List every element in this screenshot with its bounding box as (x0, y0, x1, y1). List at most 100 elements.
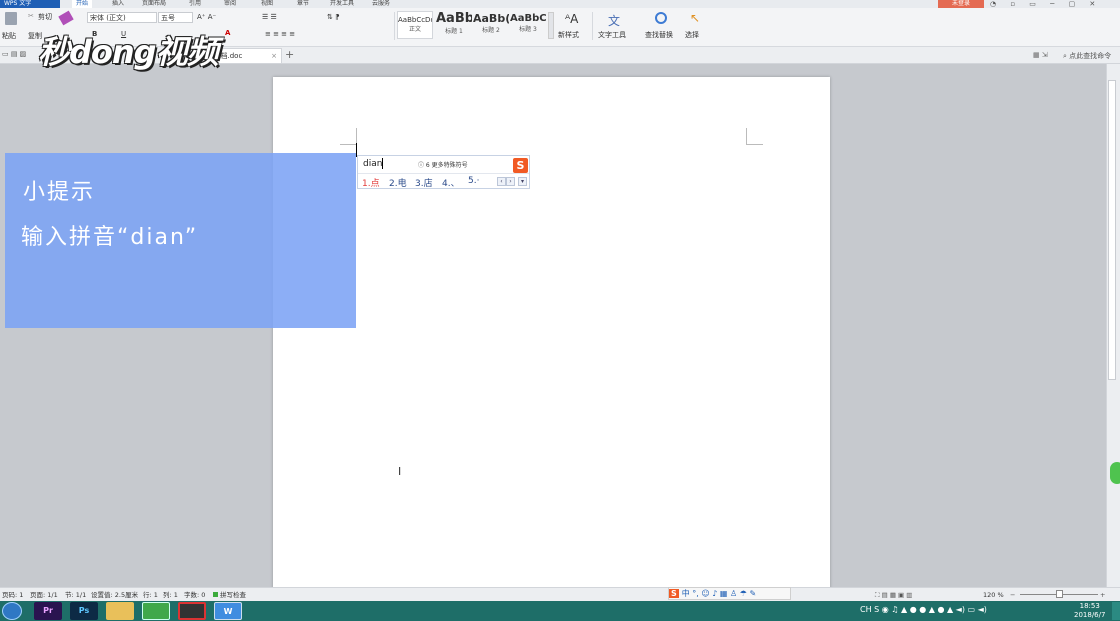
font-color-icon[interactable]: A (225, 29, 230, 37)
status-section: 节: 1/1 (65, 591, 87, 599)
paste-button[interactable]: 粘贴 (2, 31, 16, 41)
ime-candidate[interactable]: 3.店 (415, 176, 433, 189)
app-menu-button[interactable]: WPS 文字 (0, 0, 60, 8)
ime-expand-icon[interactable]: ▾ (518, 177, 527, 186)
margin-corner-top-left (340, 128, 357, 145)
ime-input-text: dian (363, 159, 383, 169)
font-size-select[interactable]: 五号 (158, 12, 193, 23)
zoom-out-icon[interactable]: − (1010, 588, 1015, 602)
find-replace-button[interactable]: 查找替换 (645, 30, 673, 40)
ime-candidate[interactable]: 2.电 (389, 176, 407, 189)
style-name: 标题 1 (445, 28, 463, 35)
status-column: 列: 1 (163, 591, 178, 599)
select-button[interactable]: 选择 (685, 30, 699, 40)
style-heading-2[interactable]: AaBb( 标题 2 (473, 11, 509, 39)
align-left-icon[interactable]: ≡ ≡ ≡ ≡ (265, 30, 295, 38)
tab-developer[interactable]: 开发工具 (330, 0, 354, 8)
taskbar-wps[interactable]: W (214, 602, 242, 620)
status-page-number[interactable]: 页码: 1 (2, 588, 23, 602)
clock-time: 18:53 (1079, 602, 1100, 610)
ibeam-cursor-icon: I (398, 465, 402, 478)
ime-divider (358, 173, 529, 174)
tab-bar-icons[interactable]: ▦ ⇲ (1033, 51, 1048, 59)
ime-candidate[interactable]: 5.· (468, 176, 479, 186)
text-tools-button[interactable]: 文字工具 (598, 30, 626, 40)
zoom-in-icon[interactable]: + (1100, 588, 1105, 602)
cut-button[interactable]: 剪切 (38, 12, 52, 22)
grow-font-icon[interactable]: A⁺ A⁻ (197, 13, 216, 21)
cursor-select-icon[interactable]: ↖ (690, 11, 700, 25)
taskbar-clock[interactable]: 18:53 2018/6/7 (1074, 602, 1105, 620)
tab-page-layout[interactable]: 页面布局 (142, 0, 166, 8)
ime-toolbar-icons[interactable]: 中 °, ☺ ♪ ▦ ♙ ☂ ✎ (682, 589, 756, 598)
taskbar-recorder[interactable] (178, 602, 206, 620)
status-pages: 页面: 1/1 (30, 591, 58, 599)
ribbon-divider (592, 12, 593, 40)
side-badge-icon[interactable] (1110, 462, 1120, 484)
ime-more-symbols[interactable]: ⓘ 6 更多特殊符号 (418, 160, 468, 169)
zoom-level[interactable]: 120 % (983, 588, 1004, 602)
ime-next-page-icon[interactable]: › (506, 177, 515, 186)
paste-icon[interactable] (5, 12, 17, 25)
tab-chapter[interactable]: 章节 (297, 0, 309, 8)
sogou-logo-icon: S (513, 158, 528, 173)
zoom-slider-handle[interactable] (1056, 590, 1063, 598)
scrollbar-thumb[interactable] (1108, 80, 1116, 380)
tab-home[interactable]: 开始 (72, 0, 93, 8)
new-tab-button[interactable]: + (285, 48, 294, 61)
status-row: 行: 1 (143, 591, 158, 599)
ime-prev-page-icon[interactable]: ‹ (497, 177, 506, 186)
status-word-count[interactable]: 字数: 0 (184, 588, 205, 602)
view-mode-icons[interactable]: ⛶ ▤ ▦ ▣ ▥ (875, 588, 912, 602)
style-name: 标题 3 (519, 26, 537, 33)
show-desktop-button[interactable] (1112, 602, 1120, 620)
quick-access-icons[interactable]: ▭ ▤ ▨ (2, 50, 26, 58)
spell-check-icon (213, 592, 218, 597)
tab-insert[interactable]: 插入 (112, 0, 124, 8)
scissors-icon[interactable]: ✂ (28, 12, 34, 20)
text-tools-icon[interactable]: 文 (608, 12, 620, 29)
tab-review[interactable]: 审阅 (224, 0, 236, 8)
taskbar-green-app[interactable] (142, 602, 170, 620)
style-heading-3[interactable]: AaBbC 标题 3 (510, 11, 546, 39)
style-preview: AaBb( (473, 12, 509, 25)
style-name: 正文 (408, 26, 421, 33)
taskbar-premiere[interactable]: Pr (34, 602, 62, 620)
sort-icon[interactable]: ⇅ ⁋ (327, 13, 340, 21)
status-spell-check[interactable]: 拼写检查 (220, 588, 246, 602)
ime-toolbar[interactable]: S中 °, ☺ ♪ ▦ ♙ ☂ ✎ (668, 587, 791, 600)
search-command[interactable]: ⌕ 点此查找命令 (1063, 51, 1111, 61)
style-normal[interactable]: AaBbCcDd 正文 (397, 11, 433, 39)
ime-candidate[interactable]: 1.点 (362, 176, 380, 189)
watermark-logo: 秒dong视频 (38, 33, 219, 71)
new-style-button[interactable]: 新样式 (558, 30, 579, 40)
style-preview: AaBbCcDd (398, 16, 432, 24)
new-style-icon[interactable]: ᴬA (565, 12, 578, 26)
style-preview: AaBb (436, 11, 472, 26)
tab-view[interactable]: 视图 (261, 0, 273, 8)
taskbar-explorer[interactable] (106, 602, 134, 620)
ime-candidate[interactable]: 4.、 (442, 176, 460, 189)
search-command-label: 点此查找命令 (1069, 52, 1112, 60)
login-button[interactable]: 未登录 (938, 0, 984, 8)
margin-corner-top-right (746, 128, 763, 145)
status-setting: 设置值: 2.5厘米 (91, 591, 139, 599)
close-icon[interactable]: × (271, 49, 277, 63)
taskbar-photoshop[interactable]: Ps (70, 602, 98, 620)
style-heading-1[interactable]: AaBb 标题 1 (436, 11, 472, 39)
tip-overlay: 小提示 输入拼音“dian” (5, 153, 356, 328)
start-button-icon[interactable] (2, 602, 22, 620)
ribbon-divider (394, 12, 395, 40)
tab-references[interactable]: 引用 (189, 0, 201, 8)
styles-scroll[interactable] (548, 12, 554, 39)
tab-cloud[interactable]: 云服务 (372, 0, 390, 8)
bullets-icon[interactable]: ☰ ☰ (262, 13, 277, 21)
window-controls[interactable]: ◔ ▫ ▭ ─ ▢ ✕ (990, 0, 1120, 8)
sogou-toolbar-logo-icon: S (669, 589, 679, 598)
status-bar: 页码: 1 页面: 1/1 节: 1/1 设置值: 2.5厘米 行: 1 列: … (0, 587, 1120, 602)
system-tray-icons[interactable]: CH S ◉ ♫ ▲ ● ● ▲ ● ▲ ◄) ▭ ◄) (860, 605, 987, 614)
font-name-select[interactable]: 宋体 (正文) (87, 12, 157, 23)
ime-candidate-window: dian ⓘ 6 更多特殊符号 S 1.点 2.电 3.店 4.、 5.· ‹ … (357, 155, 530, 189)
style-preview: AaBbC (510, 13, 546, 24)
find-replace-icon[interactable] (655, 12, 667, 24)
